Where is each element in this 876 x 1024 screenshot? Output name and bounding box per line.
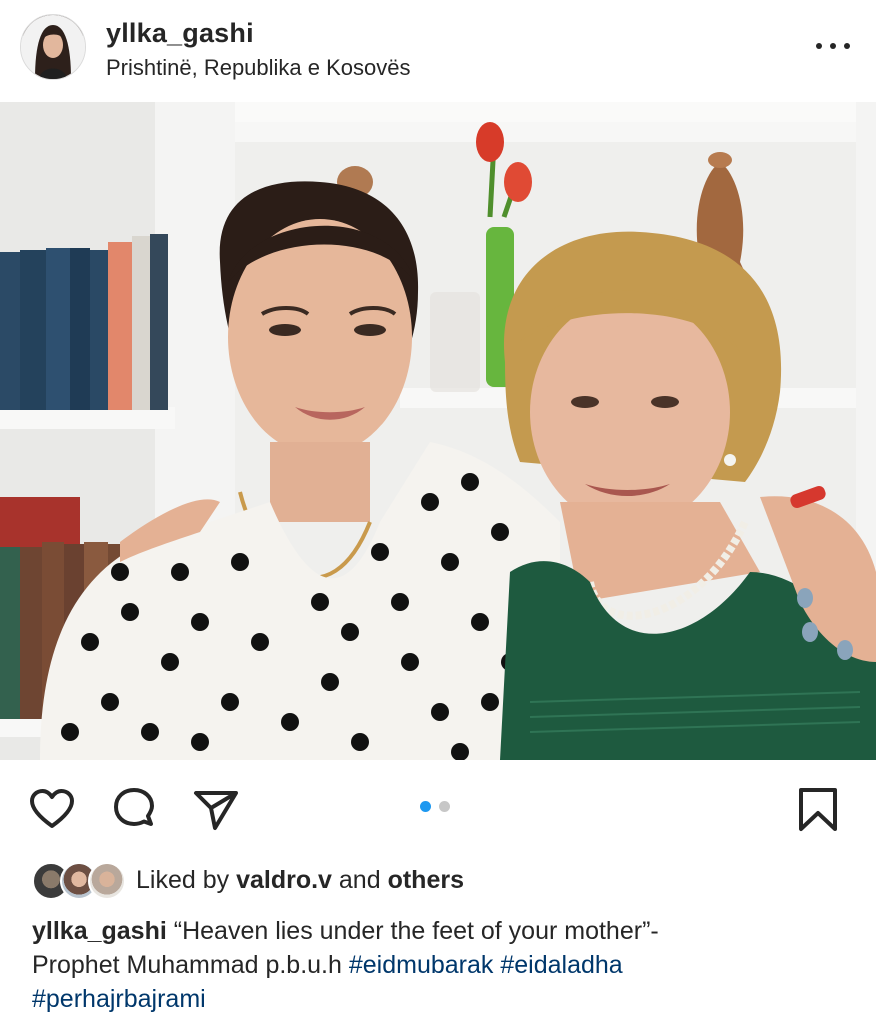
hashtag-link[interactable]: #eidaladha [500,951,622,979]
carousel-dot-active [420,801,431,812]
likes-text: Liked by valdro.v and others [136,866,464,895]
liker-username[interactable]: valdro.v [236,866,332,894]
share-button[interactable] [192,786,240,834]
caption-text-line1: “Heaven lies under the feet of your moth… [166,917,659,945]
likes-prefix: Liked by [136,866,230,894]
more-horizontal-icon [816,43,822,49]
liker-avatar [88,862,126,900]
profile-avatar[interactable] [20,14,86,80]
post-caption: yllka_gashi “Heaven lies under the feet … [32,914,832,1016]
heart-icon [30,789,74,828]
post-header: yllka_gashi Prishtinë, Republika e Kosov… [0,0,876,102]
caption-username[interactable]: yllka_gashi [32,917,167,945]
like-button[interactable] [28,786,76,834]
post-location[interactable]: Prishtinë, Republika e Kosovës [106,55,411,81]
comment-icon [114,788,154,826]
post-username[interactable]: yllka_gashi [106,18,254,49]
more-options-button[interactable] [816,36,850,56]
carousel-dot [439,801,450,812]
bookmark-icon [799,788,837,831]
carousel-indicator [420,801,450,813]
comment-button[interactable] [110,786,158,834]
hashtag-link[interactable]: #eidmubarak [349,951,494,979]
send-icon [194,791,238,830]
post-photo[interactable] [0,102,876,760]
instagram-post: yllka_gashi Prishtinë, Republika e Kosov… [0,0,876,1024]
liker-avatars [32,862,126,900]
save-button[interactable] [794,786,842,834]
likes-summary[interactable]: Liked by valdro.v and others [32,860,852,900]
likes-connector: and [338,866,381,894]
caption-text-line2: Prophet Muhammad p.b.u.h [32,951,349,979]
hashtag-link[interactable]: #perhajrbajrami [32,985,206,1013]
likes-others-link[interactable]: others [388,866,464,894]
